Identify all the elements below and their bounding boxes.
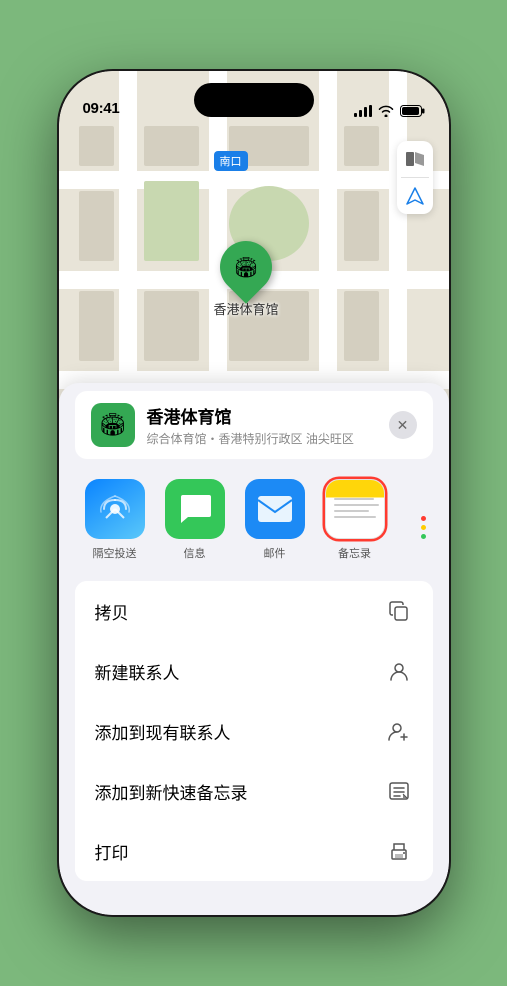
share-row-container: 隔空投送 信息 (59, 467, 449, 573)
messages-icon-wrap (165, 479, 225, 539)
dot-red (421, 516, 426, 521)
location-arrow-icon (406, 187, 424, 205)
close-button[interactable]: ✕ (389, 411, 417, 439)
location-marker: 🏟 香港体育馆 (214, 241, 279, 318)
airdrop-label: 隔空投送 (93, 545, 137, 561)
more-dots (409, 482, 439, 573)
share-row: 隔空投送 信息 (59, 467, 449, 573)
print-label: 打印 (95, 839, 129, 864)
location-button[interactable] (397, 178, 433, 214)
notes-inner (326, 480, 384, 538)
messages-icon (178, 493, 212, 525)
new-contact-icon (385, 657, 413, 685)
signal-bars-icon (354, 105, 372, 117)
add-contact-icon (385, 717, 413, 745)
dot-yellow (421, 525, 426, 530)
marker-pin: 🏟 (209, 230, 283, 304)
stadium-icon: 🏟 (229, 250, 263, 284)
bottom-sheet: 🏟 香港体育馆 综合体育馆・香港特别行政区 油尖旺区 ✕ (59, 383, 449, 915)
location-card-icon: 🏟 (91, 403, 135, 447)
battery-icon (400, 105, 425, 117)
location-sub: 综合体育馆・香港特别行政区 油尖旺区 (147, 430, 377, 447)
map-view-button[interactable] (397, 141, 433, 177)
messages-label: 信息 (184, 545, 206, 561)
share-item-notes[interactable]: 备忘录 (315, 479, 395, 561)
menu-item-add-to-notes[interactable]: 添加到新快速备忘录 (75, 761, 433, 821)
copy-icon (385, 597, 413, 625)
mail-label: 邮件 (264, 545, 286, 561)
quick-note-icon (385, 777, 413, 805)
phone-frame: 09:41 (59, 71, 449, 915)
phone-screen: 09:41 (59, 71, 449, 915)
location-info: 香港体育馆 综合体育馆・香港特别行政区 油尖旺区 (147, 403, 377, 447)
location-name: 香港体育馆 (147, 403, 377, 428)
wifi-icon (378, 105, 394, 117)
mail-icon (257, 495, 293, 523)
map-label: 南口 (214, 151, 248, 171)
print-icon (385, 837, 413, 865)
dot-green (421, 534, 426, 539)
menu-item-new-contact[interactable]: 新建联系人 (75, 641, 433, 701)
location-card: 🏟 香港体育馆 综合体育馆・香港特别行政区 油尖旺区 ✕ (75, 391, 433, 459)
share-item-mail[interactable]: 邮件 (235, 479, 315, 561)
menu-item-print[interactable]: 打印 (75, 821, 433, 881)
new-contact-label: 新建联系人 (95, 659, 180, 684)
airdrop-icon (98, 492, 132, 526)
notes-icon-wrap (325, 479, 385, 539)
menu-section: 拷贝 新建联系人 (75, 581, 433, 881)
status-time: 09:41 (83, 100, 120, 117)
airdrop-icon-wrap (85, 479, 145, 539)
mail-icon-wrap (245, 479, 305, 539)
menu-item-add-to-contact[interactable]: 添加到现有联系人 (75, 701, 433, 761)
map-icon (405, 149, 425, 169)
status-icons (354, 105, 425, 117)
add-to-contact-label: 添加到现有联系人 (95, 719, 231, 744)
map-controls (397, 141, 433, 214)
share-item-airdrop[interactable]: 隔空投送 (75, 479, 155, 561)
notes-label: 备忘录 (338, 545, 371, 561)
share-item-messages[interactable]: 信息 (155, 479, 235, 561)
copy-label: 拷贝 (95, 599, 129, 624)
dynamic-island (194, 83, 314, 117)
menu-item-copy[interactable]: 拷贝 (75, 581, 433, 641)
add-to-notes-label: 添加到新快速备忘录 (95, 779, 248, 804)
